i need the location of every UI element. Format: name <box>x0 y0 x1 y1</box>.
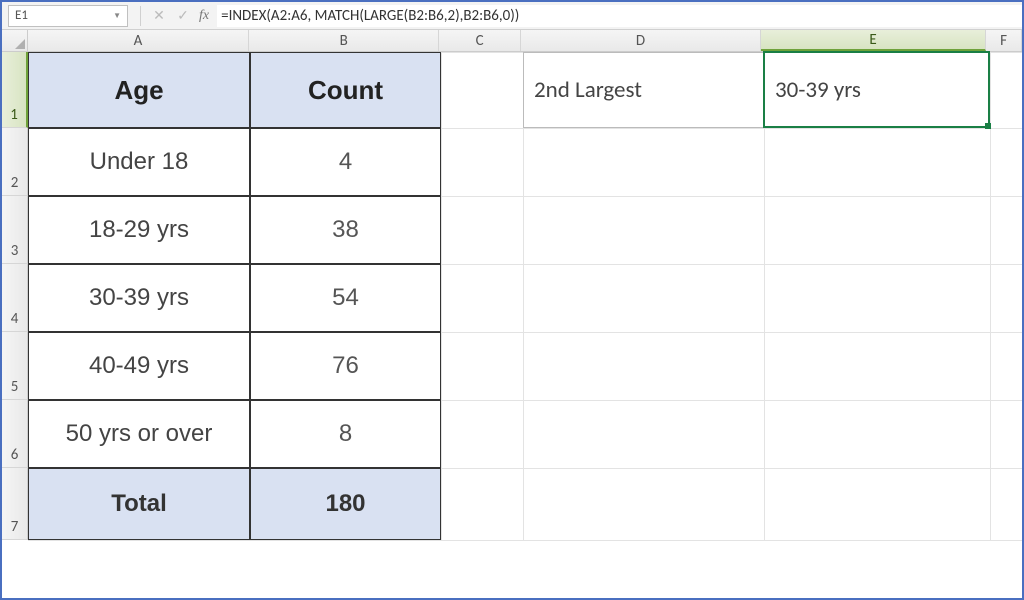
name-box-value: E1 <box>15 8 28 23</box>
cell-a2-age[interactable]: Under 18 <box>28 128 250 196</box>
row-header-2[interactable]: 2 <box>2 128 28 196</box>
cell-b6-count[interactable]: 8 <box>250 400 441 468</box>
row-headers: 1234567 <box>2 52 28 540</box>
row-header-7[interactable]: 7 <box>2 468 28 540</box>
cell-b2-count[interactable]: 4 <box>250 128 441 196</box>
divider <box>140 6 141 26</box>
column-header-f[interactable]: F <box>986 30 1022 51</box>
cell-d1-label[interactable]: 2nd Largest <box>523 52 764 128</box>
row-header-5[interactable]: 5 <box>2 332 28 400</box>
column-headers: ABCDEF <box>2 30 1022 52</box>
row-header-6[interactable]: 6 <box>2 400 28 468</box>
cell-b3-count[interactable]: 38 <box>250 196 441 264</box>
spreadsheet-grid: ABCDEF 1234567 AgeCountUnder 18418-29 yr… <box>2 30 1022 540</box>
cell-a6-age[interactable]: 50 yrs or over <box>28 400 250 468</box>
accept-formula-icon[interactable]: ✓ <box>171 5 195 27</box>
cell-b5-count[interactable]: 76 <box>250 332 441 400</box>
cell-e1-result[interactable]: 30-39 yrs <box>764 52 990 128</box>
cell-a7-total-label[interactable]: Total <box>28 468 250 540</box>
formula-input[interactable]: =INDEX(A2:A6, MATCH(LARGE(B2:B6,2),B2:B6… <box>217 5 1022 27</box>
column-header-d[interactable]: D <box>521 30 761 51</box>
column-header-a[interactable]: A <box>28 30 249 51</box>
formula-bar: E1 ▼ ✕ ✓ fx =INDEX(A2:A6, MATCH(LARGE(B2… <box>2 2 1022 30</box>
cell-a4-age[interactable]: 30-39 yrs <box>28 264 250 332</box>
cell-a5-age[interactable]: 40-49 yrs <box>28 332 250 400</box>
cancel-formula-icon[interactable]: ✕ <box>147 5 171 27</box>
cell-b1-header-count[interactable]: Count <box>250 52 441 128</box>
name-box[interactable]: E1 ▼ <box>8 5 128 27</box>
select-all-corner[interactable] <box>2 30 28 51</box>
column-header-e[interactable]: E <box>761 30 986 51</box>
column-header-c[interactable]: C <box>439 30 521 51</box>
row-header-4[interactable]: 4 <box>2 264 28 332</box>
cell-a1-header-age[interactable]: Age <box>28 52 250 128</box>
name-box-dropdown-icon[interactable]: ▼ <box>113 11 121 21</box>
formula-text: =INDEX(A2:A6, MATCH(LARGE(B2:B6,2),B2:B6… <box>221 7 519 25</box>
cell-b7-total-value[interactable]: 180 <box>250 468 441 540</box>
cells-area[interactable]: AgeCountUnder 18418-29 yrs3830-39 yrs544… <box>28 52 1022 540</box>
fx-icon[interactable]: fx <box>199 8 209 24</box>
cell-b4-count[interactable]: 54 <box>250 264 441 332</box>
cell-a3-age[interactable]: 18-29 yrs <box>28 196 250 264</box>
row-header-3[interactable]: 3 <box>2 196 28 264</box>
column-header-b[interactable]: B <box>249 30 439 51</box>
row-header-1[interactable]: 1 <box>2 52 28 128</box>
